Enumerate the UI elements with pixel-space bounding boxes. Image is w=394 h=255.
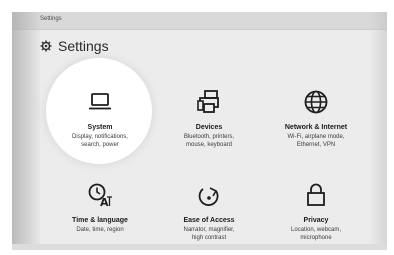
- tile-privacy-desc-line: microphone: [300, 235, 332, 241]
- bottom-edge: [12, 244, 387, 250]
- tile-privacy[interactable]: Privacy Location, webcam, microphone: [271, 182, 361, 242]
- tile-ease-title: Ease of Access: [183, 217, 235, 224]
- settings-window: Settings Settings System Display, notifi…: [12, 12, 387, 250]
- tile-devices-desc-line: Bluetooth, printers,: [183, 134, 235, 140]
- printer-icon: [197, 90, 219, 113]
- right-shadow-overlay: [369, 12, 387, 250]
- tile-network-internet[interactable]: Network & Internet Wi-Fi, airplane mode,…: [271, 89, 361, 149]
- page-header: Settings: [40, 38, 109, 54]
- tile-devices-desc-line: mouse, keyboard: [185, 142, 233, 148]
- gear-icon: [40, 40, 52, 52]
- left-shadow-overlay: [12, 12, 40, 250]
- window-title: Settings: [40, 16, 62, 22]
- tile-devices-description: Bluetooth, printers, mouse, keyboard: [184, 133, 234, 149]
- time-language-icon: A: [88, 183, 112, 208]
- tile-network-description: Wi-Fi, airplane mode, Ethernet, VPN: [287, 133, 344, 149]
- lock-icon: [307, 183, 325, 206]
- tile-system-description: Display, notifications, search, power: [72, 133, 128, 149]
- laptop-icon: [89, 93, 111, 110]
- tile-privacy-description: Location, webcam, microphone: [291, 226, 341, 242]
- tile-ease-desc-line: Narrator, magnifier,: [183, 227, 235, 233]
- tile-privacy-title: Privacy: [303, 217, 329, 224]
- tile-ease-desc-line: high contrast: [191, 235, 227, 241]
- tile-system-title: System: [87, 124, 113, 131]
- tile-system-desc-line: Display, notifications,: [72, 134, 128, 140]
- tile-time-title: Time & language: [72, 217, 128, 224]
- tile-ease-of-access[interactable]: Ease of Access Narrator, magnifier, high…: [164, 182, 254, 242]
- tile-time-language[interactable]: A Time & language Date, time, region: [55, 182, 145, 234]
- page-title: Settings: [58, 38, 109, 54]
- title-bar: Settings: [12, 12, 387, 30]
- tile-devices-title: Devices: [195, 124, 223, 131]
- tile-ease-description: Narrator, magnifier, high contrast: [183, 226, 234, 242]
- tile-privacy-desc-line: Location, webcam,: [290, 227, 342, 233]
- tile-network-desc-line: Wi-Fi, airplane mode,: [287, 134, 345, 140]
- tile-time-description: Date, time, region: [76, 226, 123, 234]
- globe-icon: [304, 90, 328, 114]
- svg-text:A: A: [100, 196, 109, 208]
- ease-of-access-icon: [198, 187, 219, 206]
- tile-system-desc-line: search, power: [81, 142, 119, 148]
- tile-time-desc-line: Date, time, region: [76, 227, 124, 233]
- tile-devices[interactable]: Devices Bluetooth, printers, mouse, keyb…: [164, 89, 254, 149]
- tile-network-title: Network & Internet: [284, 124, 348, 131]
- tile-system[interactable]: System Display, notifications, search, p…: [55, 89, 145, 149]
- tile-network-desc-line: Ethernet, VPN: [296, 142, 336, 148]
